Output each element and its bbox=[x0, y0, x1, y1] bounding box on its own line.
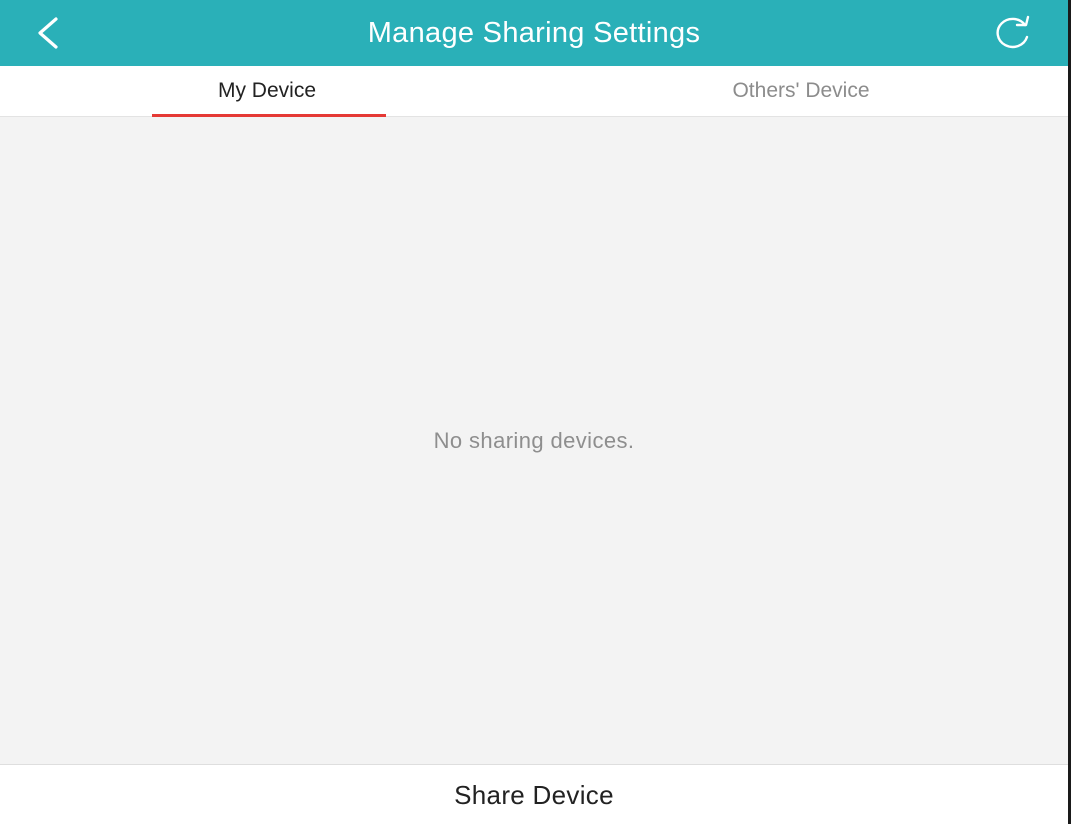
tab-my-device[interactable]: My Device bbox=[0, 66, 534, 116]
refresh-icon bbox=[996, 15, 1030, 49]
chevron-left-icon bbox=[38, 17, 58, 49]
share-device-label: Share Device bbox=[454, 779, 614, 810]
device-list-area: No sharing devices. bbox=[0, 117, 1068, 764]
tab-bar: My Device Others' Device bbox=[0, 66, 1068, 117]
tab-others-device[interactable]: Others' Device bbox=[534, 66, 1068, 116]
page-title: Manage Sharing Settings bbox=[367, 16, 701, 49]
header-bar: Manage Sharing Settings bbox=[0, 0, 1068, 66]
tab-label: Others' Device bbox=[732, 79, 870, 102]
empty-state-message: No sharing devices. bbox=[433, 427, 635, 453]
refresh-button[interactable] bbox=[986, 10, 1038, 56]
share-device-button[interactable]: Share Device bbox=[0, 764, 1068, 824]
back-button[interactable] bbox=[24, 10, 72, 56]
manage-sharing-screen: Manage Sharing Settings My Device Others… bbox=[0, 0, 1071, 824]
tab-label: My Device bbox=[217, 79, 317, 102]
